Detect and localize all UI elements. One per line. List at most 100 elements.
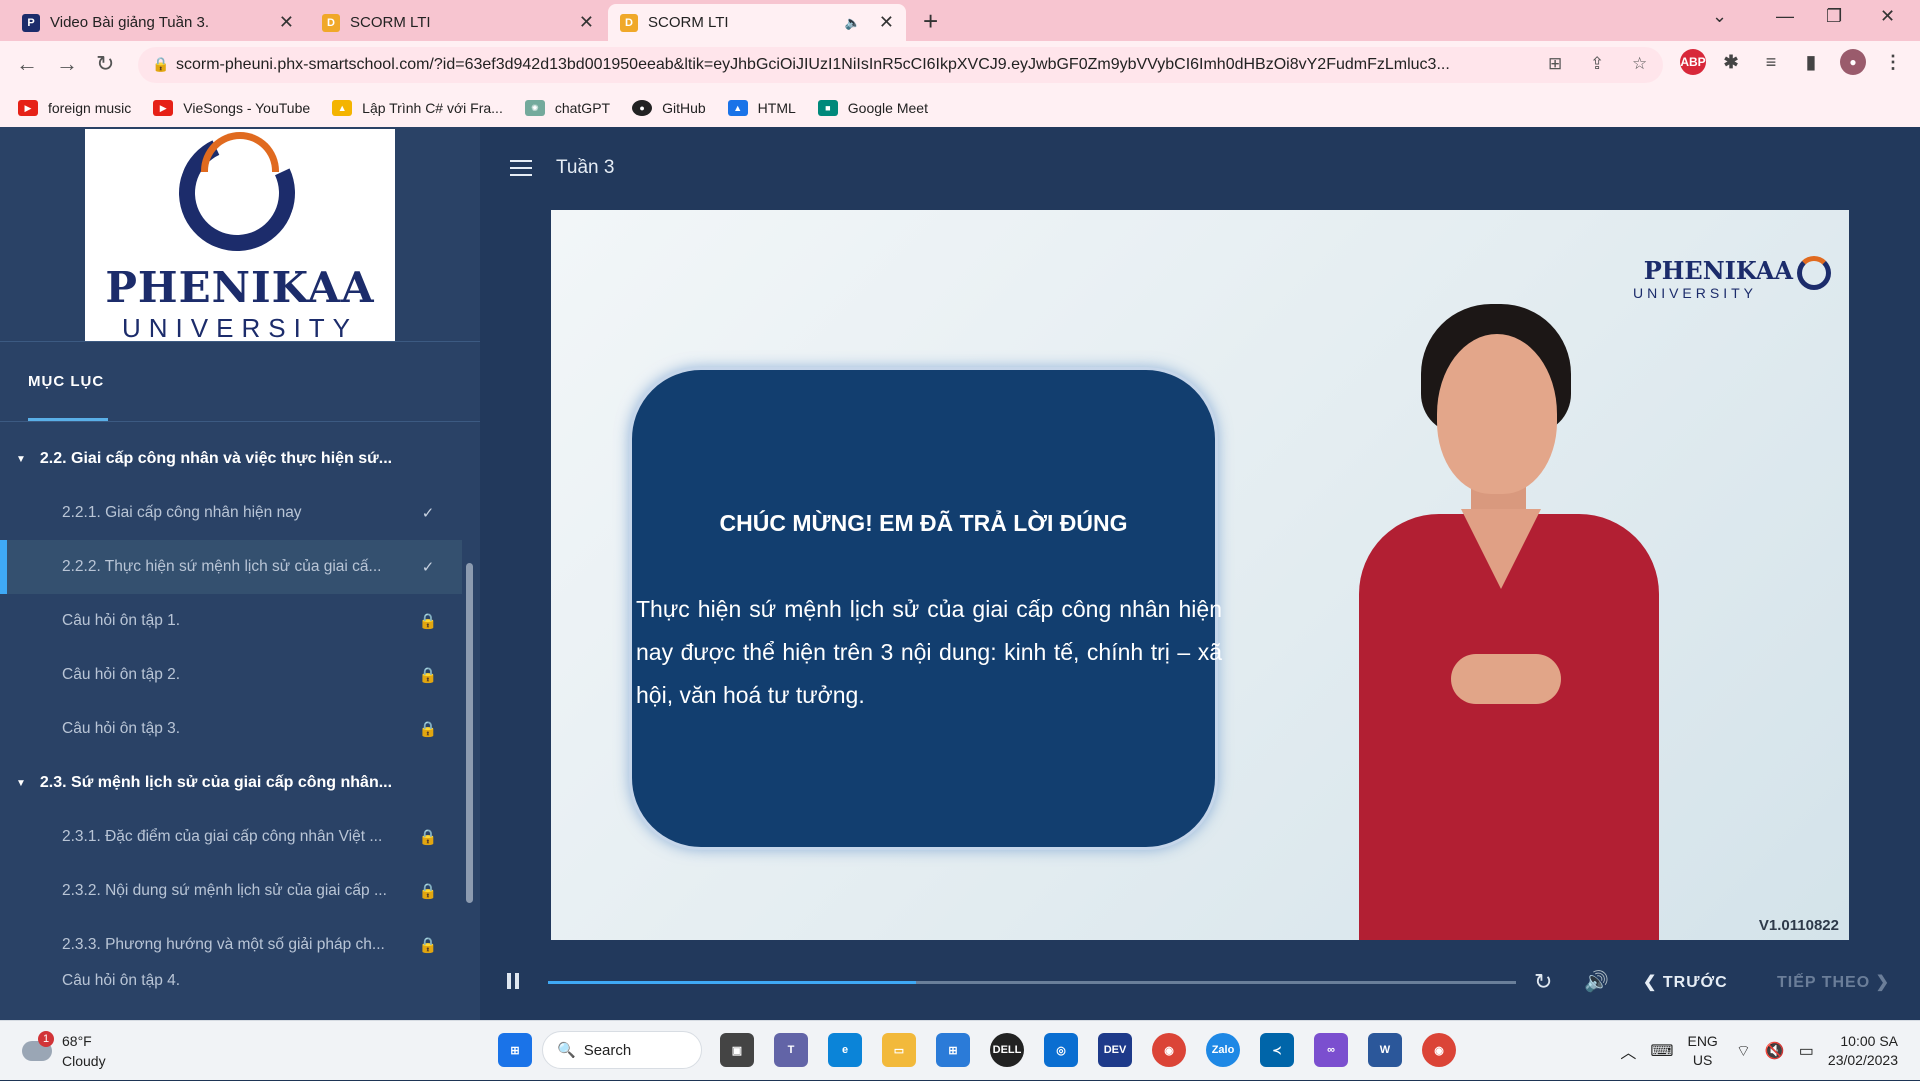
language-indicator[interactable]: ENG US bbox=[1687, 1032, 1717, 1070]
translate-icon[interactable]: ⊞ bbox=[1548, 54, 1562, 74]
bookmark-label: Google Meet bbox=[847, 100, 928, 116]
app-icon[interactable]: ◎ bbox=[1044, 1033, 1078, 1067]
word-icon[interactable]: W bbox=[1368, 1033, 1402, 1067]
dell-icon[interactable]: DELL bbox=[990, 1033, 1024, 1067]
close-tab-icon[interactable]: ✕ bbox=[279, 12, 294, 33]
toc-item[interactable]: Câu hỏi ôn tập 3. 🔒 bbox=[0, 702, 462, 756]
toc-item[interactable]: 2.3.2. Nội dung sứ mệnh lịch sử của giai… bbox=[0, 864, 462, 918]
previous-button[interactable]: ❮ TRƯỚC bbox=[1643, 972, 1728, 992]
chevron-up-icon[interactable]: ︿ bbox=[1620, 1039, 1636, 1063]
side-panel-icon[interactable]: ▮ bbox=[1798, 49, 1824, 75]
bookmark-html[interactable]: ▲ HTML bbox=[727, 100, 796, 116]
lock-icon[interactable]: 🔒 bbox=[152, 56, 169, 73]
toc-item[interactable]: Câu hỏi ôn tập 2. 🔒 bbox=[0, 648, 462, 702]
bookmark-chatgpt[interactable]: ✺ chatGPT bbox=[524, 100, 610, 116]
bookmark-star-icon[interactable]: ☆ bbox=[1632, 54, 1647, 74]
taskbar-search[interactable]: 🔍 Search bbox=[542, 1031, 702, 1069]
close-tab-icon[interactable]: ✕ bbox=[579, 12, 594, 33]
tab-scorm-2[interactable]: D SCORM LTI 🔈 ✕ bbox=[608, 4, 906, 41]
visual-studio-icon[interactable]: ∞ bbox=[1314, 1033, 1348, 1067]
university-logo: PHENIKAA UNIVERSITY bbox=[85, 118, 395, 343]
item-label: 2.2.2. Thực hiện sứ mệnh lịch sử của gia… bbox=[62, 558, 382, 575]
toc-section-2-3[interactable]: ▼ 2.3. Sứ mệnh lịch sử của giai cấp công … bbox=[0, 756, 462, 810]
keyboard-icon[interactable]: ⌨ bbox=[1650, 1041, 1673, 1061]
wifi-icon[interactable]: ⌔ bbox=[1736, 1041, 1751, 1061]
menu-dots-icon[interactable]: ⋮ bbox=[1880, 49, 1906, 75]
adblock-icon[interactable]: ABP bbox=[1680, 49, 1706, 75]
chrome-active-icon[interactable]: ◉ bbox=[1422, 1033, 1456, 1067]
bookmark-lap-trinh[interactable]: ▲ Lập Trình C# với Fra... bbox=[332, 100, 503, 116]
item-label: Câu hỏi ôn tập 1. bbox=[62, 612, 181, 629]
divider bbox=[0, 341, 480, 342]
pause-icon[interactable] bbox=[507, 973, 521, 991]
system-tray: ︿ ⌨ ENG US ⌔ 🔇 ▭ 10:00 SA 23/02/2023 bbox=[1620, 1021, 1920, 1081]
edge-icon[interactable]: e bbox=[828, 1033, 862, 1067]
restore-icon[interactable]: ❐ bbox=[1826, 6, 1842, 27]
replay-icon[interactable]: ↻ bbox=[1534, 969, 1552, 995]
volume-icon[interactable]: 🔊 bbox=[1584, 969, 1609, 994]
store-icon[interactable]: ⊞ bbox=[936, 1033, 970, 1067]
tab-title: SCORM LTI bbox=[648, 14, 729, 31]
bookmark-label: Lập Trình C# với Fra... bbox=[362, 100, 503, 116]
next-button[interactable]: TIẾP THEO ❯ bbox=[1777, 972, 1890, 992]
bookmark-github[interactable]: ● GitHub bbox=[632, 100, 706, 116]
toc-section-2-2[interactable]: ▼ 2.2. Giai cấp công nhân và việc thực hi… bbox=[0, 432, 462, 486]
lock-icon: 🔒 bbox=[418, 613, 438, 630]
extensions-icon[interactable]: ✱ bbox=[1718, 49, 1744, 75]
hamburger-menu-icon[interactable] bbox=[510, 160, 532, 181]
brand-ring bbox=[1797, 256, 1831, 290]
clock[interactable]: 10:00 SA 23/02/2023 bbox=[1828, 1032, 1898, 1070]
windows-start-icon[interactable]: ⊞ bbox=[498, 1033, 532, 1067]
course-title: Tuần 3 bbox=[556, 157, 615, 178]
weather-widget[interactable]: 1 68°F Cloudy bbox=[22, 1031, 106, 1071]
tab-video-lecture[interactable]: P Video Bài giảng Tuần 3. ✕ bbox=[10, 4, 306, 41]
url-text[interactable]: scorm-pheuni.phx-smartschool.com/?id=63e… bbox=[176, 56, 1566, 74]
check-icon: ✓ bbox=[421, 559, 435, 576]
bookmark-viesongs[interactable]: ▶ VieSongs - YouTube bbox=[153, 100, 310, 116]
tab-search-icon[interactable]: ⌄ bbox=[1712, 6, 1727, 27]
reload-icon[interactable]: ↻ bbox=[96, 51, 114, 77]
close-window-icon[interactable]: ✕ bbox=[1880, 6, 1895, 27]
address-bar[interactable]: 🔒 scorm-pheuni.phx-smartschool.com/?id=6… bbox=[138, 47, 1663, 83]
toc-item[interactable]: 2.3.3. Phương hướng và một số giải pháp … bbox=[0, 918, 462, 972]
lock-icon: 🔒 bbox=[418, 829, 438, 846]
toc-item[interactable]: Câu hỏi ôn tập 4. bbox=[0, 972, 462, 990]
progress-fill bbox=[548, 981, 916, 984]
chrome-icon[interactable]: ◉ bbox=[1152, 1033, 1186, 1067]
battery-icon[interactable]: ▭ bbox=[1799, 1041, 1814, 1061]
progress-track[interactable] bbox=[548, 981, 1516, 984]
bookmark-foreign-music[interactable]: ▶ foreign music bbox=[18, 100, 131, 116]
bookmarks-bar: ▶ foreign music ▶ VieSongs - YouTube ▲ Lập … bbox=[0, 89, 1920, 127]
speaker-mute-icon[interactable]: 🔇 bbox=[1765, 1041, 1785, 1061]
new-tab-icon[interactable]: + bbox=[923, 6, 938, 37]
video-player[interactable]: PHENIKAA UNIVERSITY CHÚC MỪNG! EM ĐÃ TRẢ… bbox=[551, 210, 1849, 940]
bookmark-google-meet[interactable]: ■ Google Meet bbox=[817, 100, 928, 116]
item-label: 2.2.1. Giai cấp công nhân hiện nay bbox=[62, 504, 302, 521]
share-icon[interactable]: ⇪ bbox=[1590, 54, 1604, 74]
toc-item-active[interactable]: 2.2.2. Thực hiện sứ mệnh lịch sử của gia… bbox=[0, 540, 462, 594]
devhome-icon[interactable]: DEV bbox=[1098, 1033, 1132, 1067]
check-icon: ✓ bbox=[421, 505, 435, 522]
toc-item[interactable]: 2.2.1. Giai cấp công nhân hiện nay ✓ bbox=[0, 486, 462, 540]
tab-scorm-1[interactable]: D SCORM LTI ✕ bbox=[310, 4, 606, 41]
presenter-image bbox=[1321, 304, 1681, 940]
toc-item[interactable]: 2.3.1. Đặc điểm của giai cấp công nhân V… bbox=[0, 810, 462, 864]
divider bbox=[0, 421, 480, 422]
vscode-icon[interactable]: ≺ bbox=[1260, 1033, 1294, 1067]
media-control-icon[interactable]: ≡ bbox=[1758, 49, 1784, 75]
file-explorer-icon[interactable]: ▭ bbox=[882, 1033, 916, 1067]
minimize-icon[interactable]: — bbox=[1776, 6, 1794, 27]
forward-icon[interactable]: → bbox=[56, 51, 78, 77]
close-tab-icon[interactable]: ✕ bbox=[879, 12, 894, 33]
caret-down-icon: ▼ bbox=[16, 777, 26, 789]
toc-item[interactable]: Câu hỏi ôn tập 1. 🔒 bbox=[0, 594, 462, 648]
zalo-icon[interactable]: Zalo bbox=[1206, 1033, 1240, 1067]
github-icon: ● bbox=[632, 100, 653, 116]
sidebar-scrollbar[interactable] bbox=[466, 563, 473, 903]
speaker-icon[interactable]: 🔈 bbox=[845, 15, 861, 31]
avatar[interactable]: ● bbox=[1840, 49, 1866, 75]
section-title: 2.2. Giai cấp công nhân và việc thực hiệ… bbox=[39, 450, 393, 467]
back-icon[interactable]: ← bbox=[16, 51, 38, 77]
task-view-icon[interactable]: ▣ bbox=[720, 1033, 754, 1067]
teams-icon[interactable]: T bbox=[774, 1033, 808, 1067]
